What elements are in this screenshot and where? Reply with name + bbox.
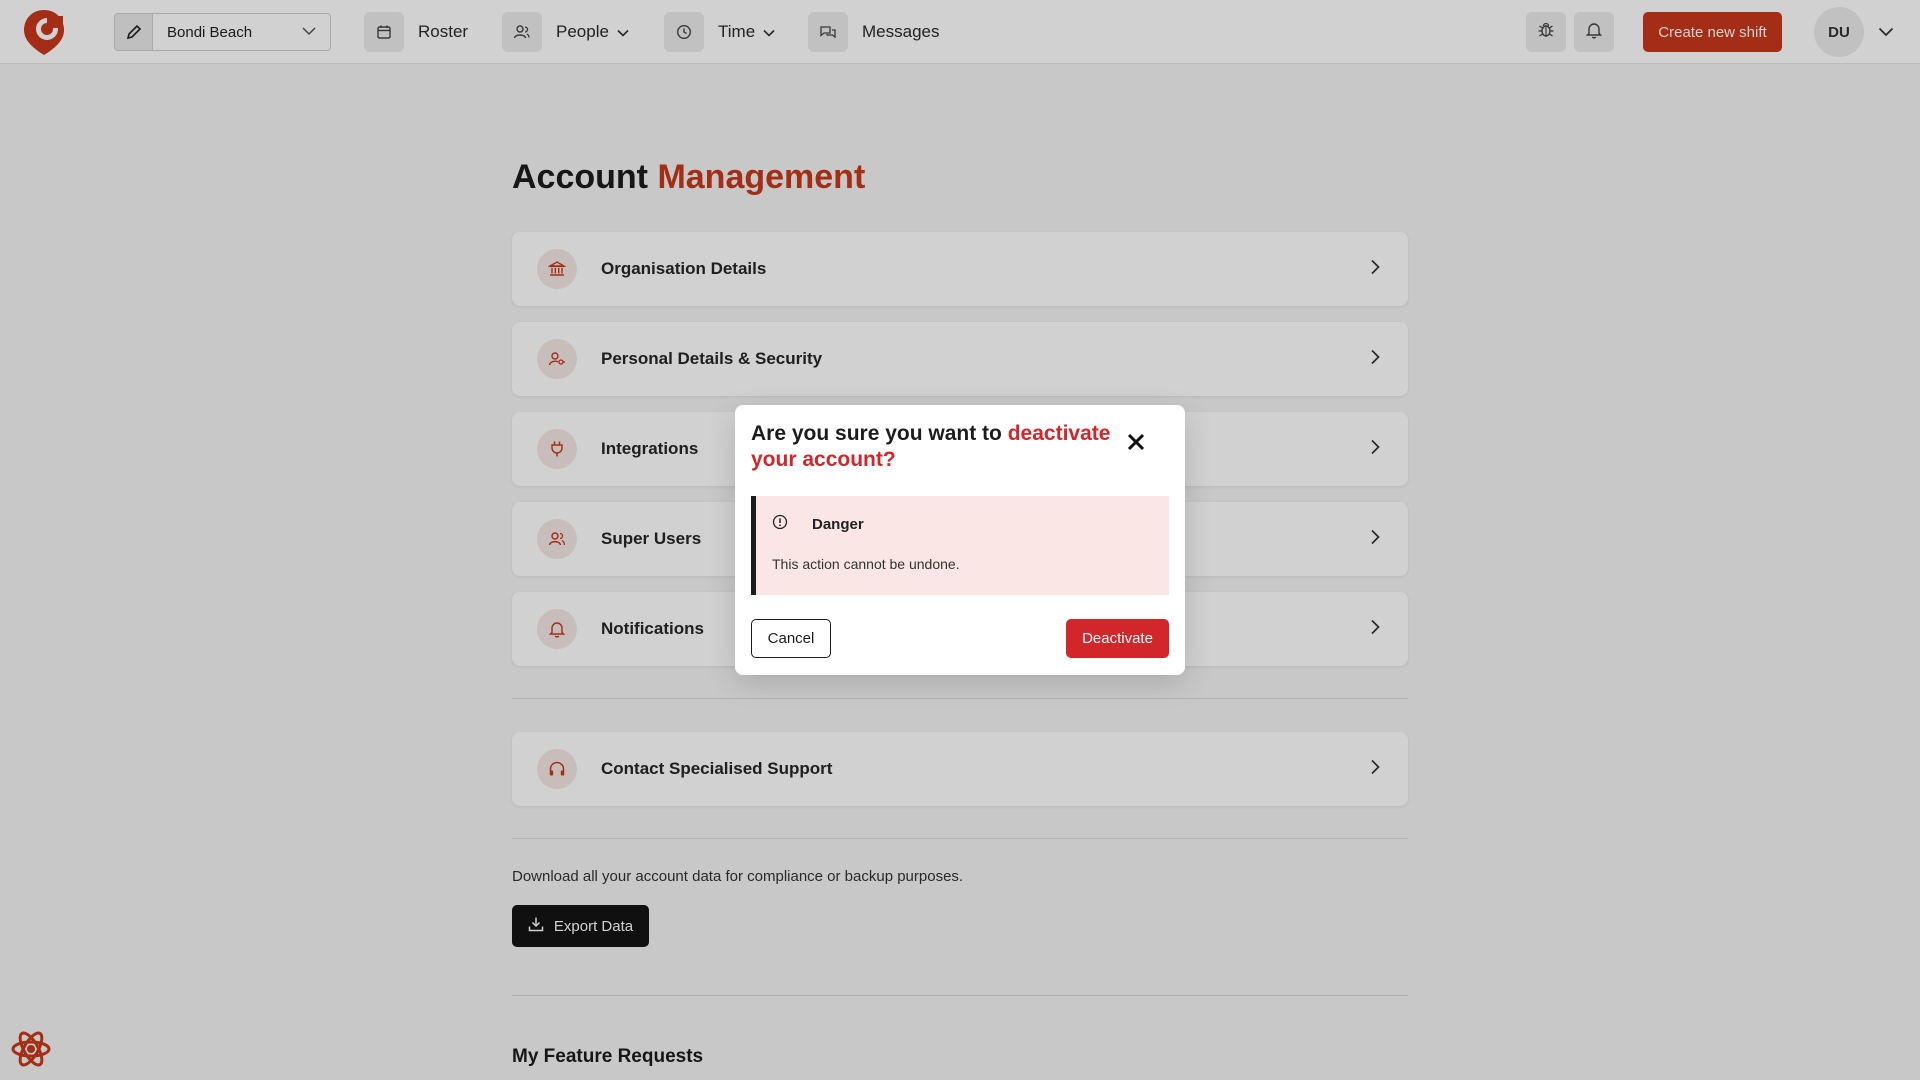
dialog-title-main: Are you sure you want to	[751, 422, 1008, 445]
close-icon	[1127, 433, 1145, 456]
dialog-title: Are you sure you want to deactivate your…	[751, 421, 1111, 473]
alert-header: Danger	[772, 514, 864, 534]
close-button[interactable]	[1123, 431, 1149, 457]
alert-message: This action cannot be undone.	[772, 556, 960, 572]
deactivate-button[interactable]: Deactivate	[1066, 619, 1169, 658]
deactivate-account-dialog: Are you sure you want to deactivate your…	[735, 405, 1185, 675]
alert-title: Danger	[812, 515, 864, 533]
cancel-button[interactable]: Cancel	[751, 619, 831, 658]
danger-alert: Danger This action cannot be undone.	[751, 496, 1169, 595]
info-circle-icon	[772, 514, 812, 534]
